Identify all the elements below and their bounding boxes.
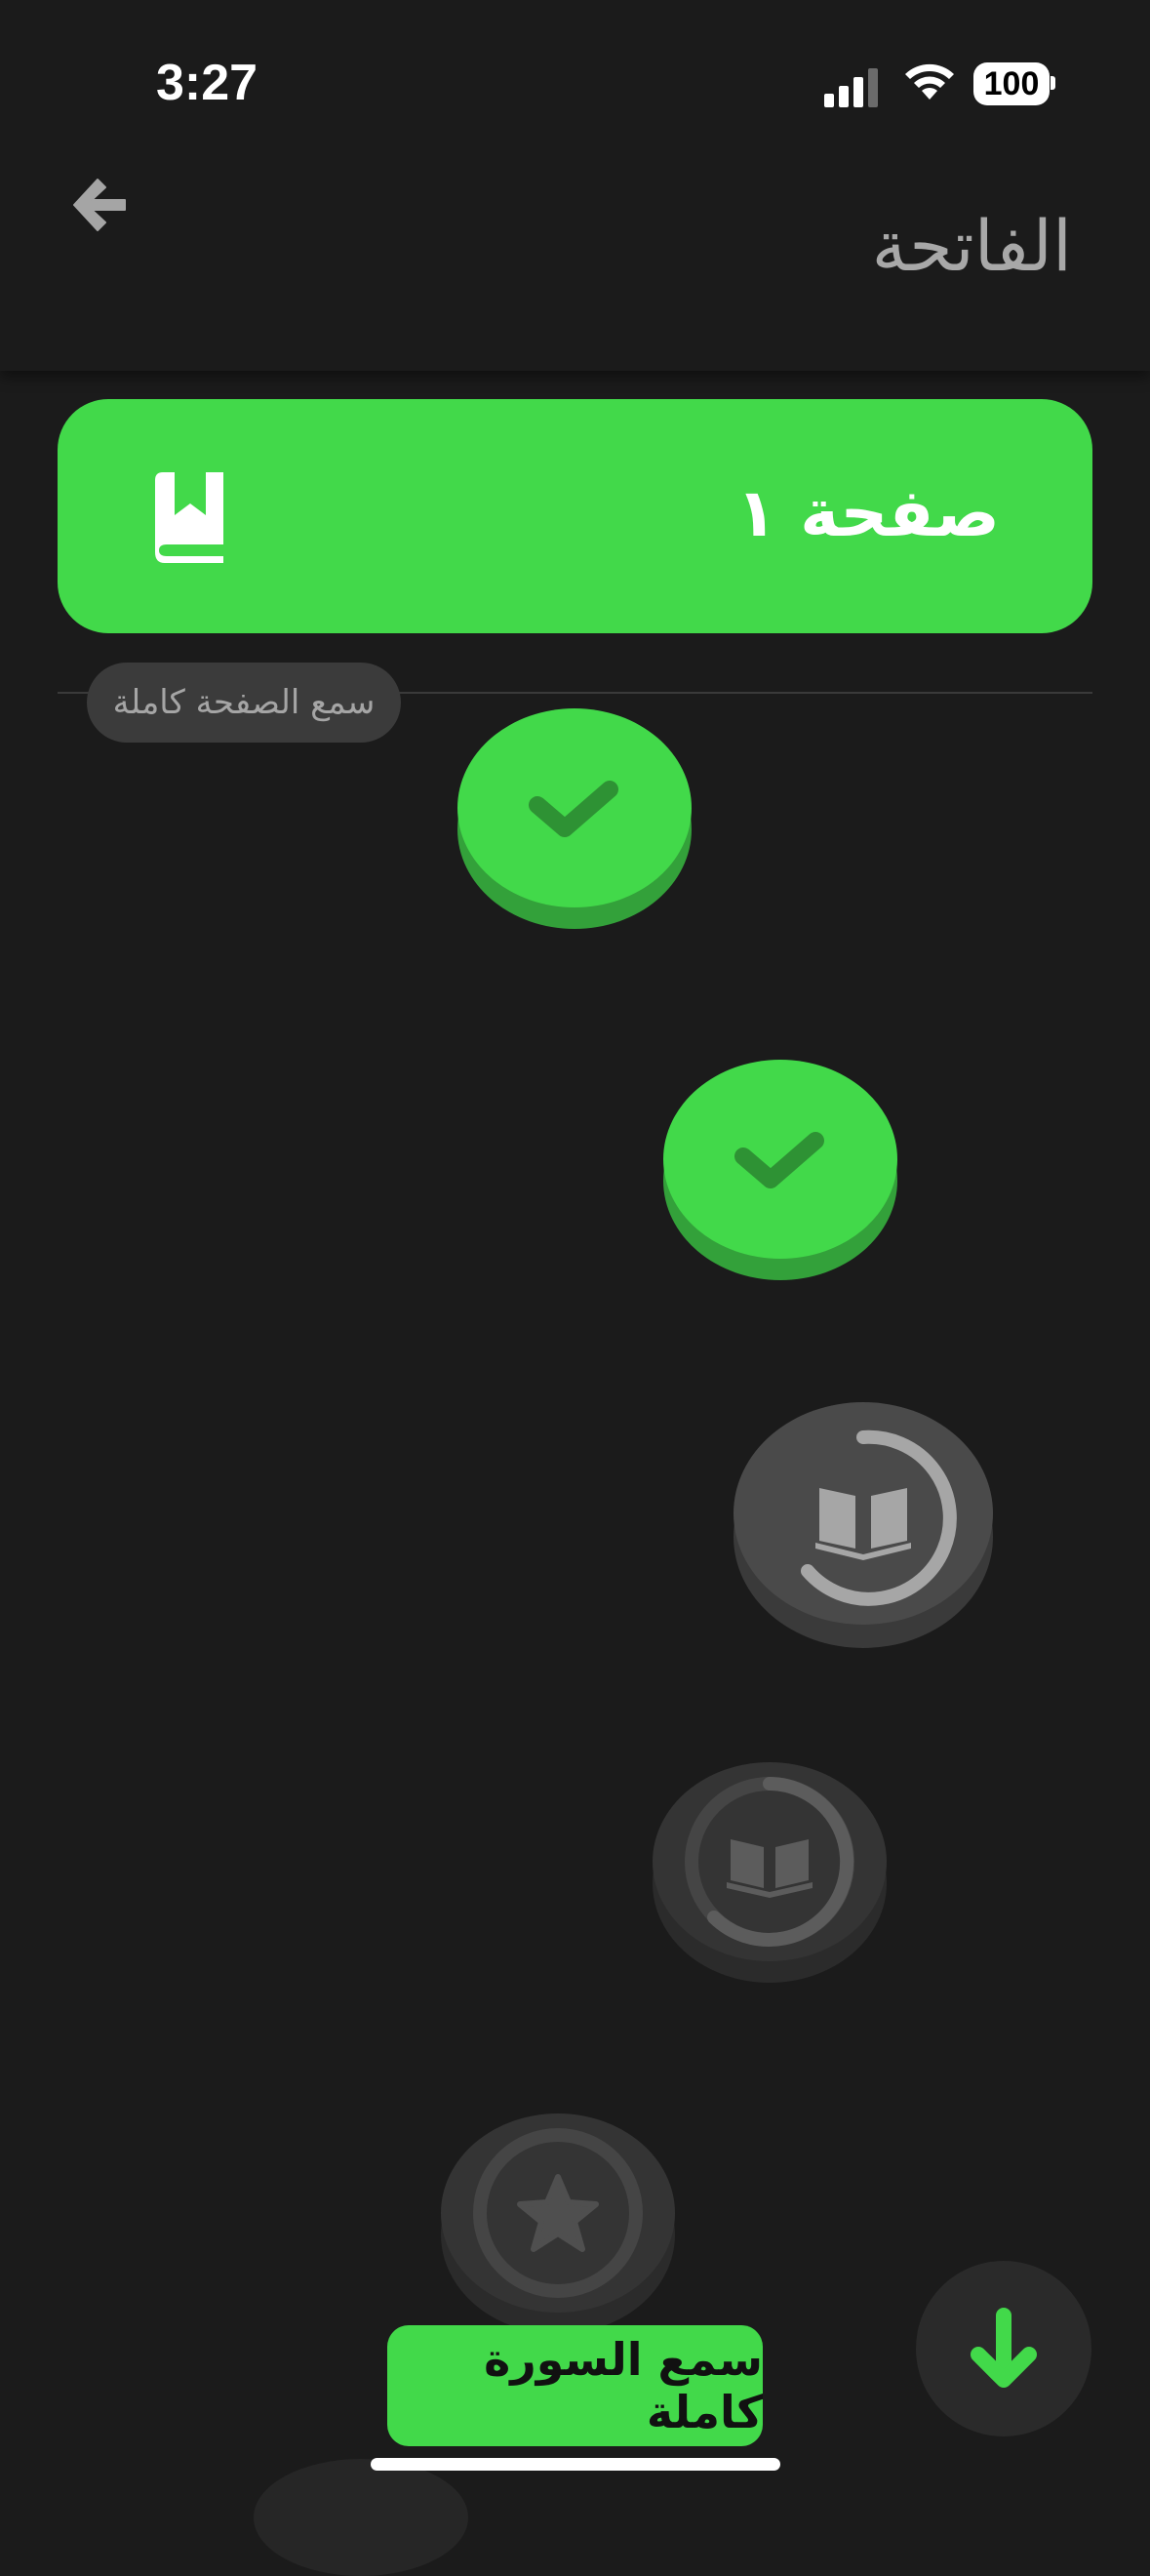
battery-indicator: 100 [973,62,1050,105]
check-icon [734,1132,824,1188]
cellular-signal-icon [824,68,878,107]
lesson-node-completed[interactable] [457,707,692,932]
arrow-down-icon [971,2308,1037,2388]
page-banner[interactable]: صفحة ١ [58,399,1092,633]
lesson-node-locked-star[interactable] [441,2113,675,2337]
star-icon [517,2174,599,2252]
lesson-node-partial [254,2459,468,2576]
listen-full-page-chip[interactable]: سمع الصفحة كاملة [87,663,401,743]
wifi-icon [905,63,954,100]
lesson-node-current[interactable] [734,1400,993,1652]
status-time: 3:27 [156,55,258,111]
listen-full-surah-button[interactable]: سمع السورة كاملة [387,2325,763,2446]
open-book-icon [815,1488,911,1560]
bookmark-book-icon [155,472,223,563]
lesson-node-completed[interactable] [663,1059,897,1283]
check-icon [529,781,618,837]
home-indicator [371,2458,780,2471]
listen-full-surah-label: سمع السورة كاملة [484,2333,763,2438]
page-number-label: صفحة ١ [735,475,1000,552]
battery-level: 100 [983,64,1040,102]
lesson-node-locked[interactable] [653,1761,887,1986]
open-book-icon [727,1839,813,1898]
listen-full-page-label: سمع الصفحة كاملة [112,683,376,722]
back-arrow-icon[interactable] [68,174,131,236]
battery-tip [1051,76,1055,90]
scroll-down-button[interactable] [916,2261,1091,2436]
page-title: الفاتحة [871,205,1072,287]
